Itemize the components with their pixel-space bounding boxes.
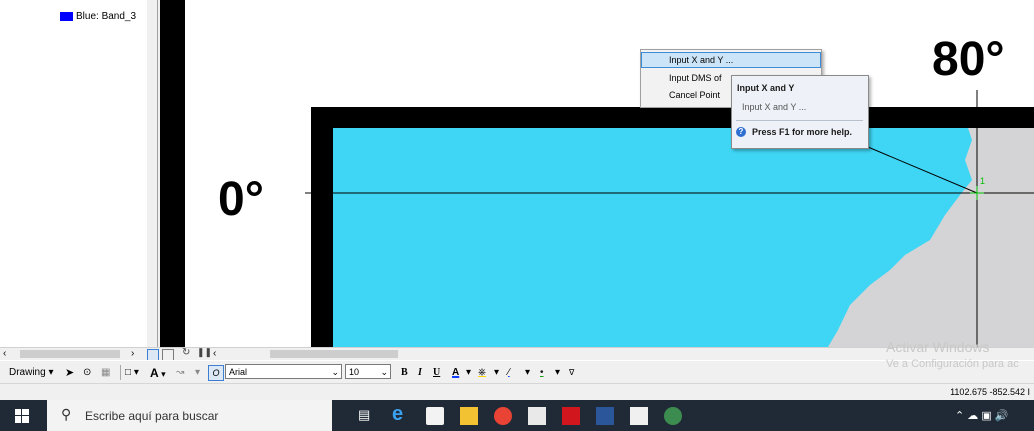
windows-start-icon[interactable] xyxy=(15,409,29,423)
drawing-menu-label: Drawing xyxy=(9,367,46,378)
activation-watermark-subtitle: Ve a Configuración para ac xyxy=(886,358,1019,370)
map-frame-left xyxy=(311,107,333,347)
video-editor-icon[interactable] xyxy=(630,407,648,425)
toc-scrollbar-thumb[interactable] xyxy=(20,350,120,358)
text-tool-letter: A xyxy=(150,366,159,380)
word-icon[interactable] xyxy=(596,407,614,425)
store-icon[interactable] xyxy=(426,407,444,425)
grid-label-80: 80° xyxy=(932,33,1005,86)
tooltip-help: ? Press F1 for more help. xyxy=(736,127,852,137)
blue-swatch xyxy=(60,11,73,21)
font-name-value: Arial xyxy=(229,367,248,377)
bold-button[interactable]: B xyxy=(401,366,408,380)
legend-entry-blue-band[interactable]: Blue: Band_3 xyxy=(60,10,136,22)
toolbar-separator xyxy=(120,365,121,380)
panel-splitter[interactable] xyxy=(147,0,158,347)
drawing-menu[interactable]: Drawing ▾ xyxy=(9,366,54,380)
map-canvas: 1 xyxy=(305,90,1034,347)
tooltip-body: Input X and Y ... xyxy=(742,102,807,112)
font-color-dropdown-icon[interactable]: ▾ xyxy=(466,366,471,380)
rectangle-tool-icon[interactable]: □ ▾ xyxy=(125,366,139,380)
text-tool[interactable]: A ▾ xyxy=(150,366,166,380)
coordinates-readout: 1102.675 -852.542 I xyxy=(950,387,1030,397)
font-size-select[interactable]: 10 ⌄ xyxy=(345,364,391,379)
taskbar-search-box[interactable]: ⚲ Escribe aquí para buscar xyxy=(47,400,332,431)
grid-label-0: 0° xyxy=(218,173,264,226)
toolbar-overflow-icon[interactable]: ∇ xyxy=(569,366,574,380)
map-frame-top xyxy=(311,107,1034,128)
line-color-dropdown-icon[interactable]: ▾ xyxy=(525,366,530,380)
mail-icon[interactable] xyxy=(528,407,546,425)
tooltip-title: Input X and Y xyxy=(737,83,795,93)
table-of-contents-panel: Blue: Band_3 xyxy=(0,0,148,347)
edge-browser-icon[interactable]: e xyxy=(392,403,410,425)
line-color-icon[interactable]: ∕ xyxy=(508,366,510,380)
select-arrow-icon[interactable]: ➤ xyxy=(65,366,74,380)
font-size-value: 10 xyxy=(349,367,360,377)
chevron-down-icon: ⌄ xyxy=(380,367,388,377)
scroll-row: ‹ › ↻ ❚❚ ‹ xyxy=(0,347,1034,361)
scroll-left-icon[interactable]: ‹ xyxy=(3,348,6,359)
menu-item-input-x-y[interactable]: Input X and Y ... xyxy=(641,52,821,68)
tooltip-help-text: Press F1 for more help. xyxy=(752,127,853,137)
help-icon: ? xyxy=(736,127,746,137)
taskbar: ⚲ Escribe aquí para buscar ▤ e ⌃ ☁ ▣ 🔊 xyxy=(0,400,1034,431)
tooltip-divider xyxy=(736,120,863,121)
fill-color-icon[interactable]: ⎈ xyxy=(478,366,486,380)
acrobat-icon[interactable] xyxy=(562,407,580,425)
marker-color-dropdown-icon[interactable]: ▾ xyxy=(555,366,560,380)
underline-button[interactable]: U xyxy=(433,366,440,380)
italic-button[interactable]: I xyxy=(418,366,422,380)
drawing-toolbar: Drawing ▾ ➤ ⊙ ▦ □ ▾ A ▾ ↝ ▾ O Arial ⌄ 10 ⌄… xyxy=(0,360,1034,384)
chrome-icon[interactable] xyxy=(494,407,512,425)
search-placeholder: Escribe aquí para buscar xyxy=(85,409,219,423)
font-color-button[interactable]: A xyxy=(452,366,459,380)
map-black-bar xyxy=(160,0,185,347)
fill-color-dropdown-icon[interactable]: ▾ xyxy=(494,366,499,380)
system-tray-icons[interactable]: ⌃ ☁ ▣ 🔊 xyxy=(955,409,1008,422)
activation-watermark-title: Activar Windows xyxy=(886,339,990,355)
point-label: 1 xyxy=(980,176,985,186)
scroll-right-icon[interactable]: › xyxy=(131,348,134,359)
legend-label: Blue: Band_3 xyxy=(76,10,137,22)
map-view[interactable]: 1 xyxy=(160,0,1034,347)
edit-vertices-icon[interactable]: ↝ xyxy=(176,366,184,380)
search-icon: ⚲ xyxy=(61,406,72,422)
refresh-icon[interactable]: ↻ xyxy=(182,347,190,358)
file-explorer-icon[interactable] xyxy=(460,407,478,425)
font-name-select[interactable]: Arial ⌄ xyxy=(225,364,342,379)
task-view-icon[interactable]: ▤ xyxy=(358,407,376,425)
zoom-selected-icon[interactable]: ▦ xyxy=(101,366,110,380)
map-scroll-left-icon[interactable]: ‹ xyxy=(213,348,216,359)
pause-icon[interactable]: ❚❚ xyxy=(197,347,212,358)
font-icon[interactable]: O xyxy=(208,365,224,381)
status-bar: 1102.675 -852.542 I xyxy=(0,383,1034,401)
dropdown-icon[interactable]: ▾ xyxy=(195,366,200,380)
arcmap-icon[interactable] xyxy=(664,407,682,425)
marker-color-icon[interactable]: • xyxy=(540,366,544,380)
rotate-icon[interactable]: ⊙ xyxy=(83,366,91,380)
chevron-down-icon: ⌄ xyxy=(331,367,339,377)
map-scrollbar-thumb[interactable] xyxy=(270,350,398,358)
tooltip: Input X and Y Input X and Y ... ? Press … xyxy=(731,75,869,149)
